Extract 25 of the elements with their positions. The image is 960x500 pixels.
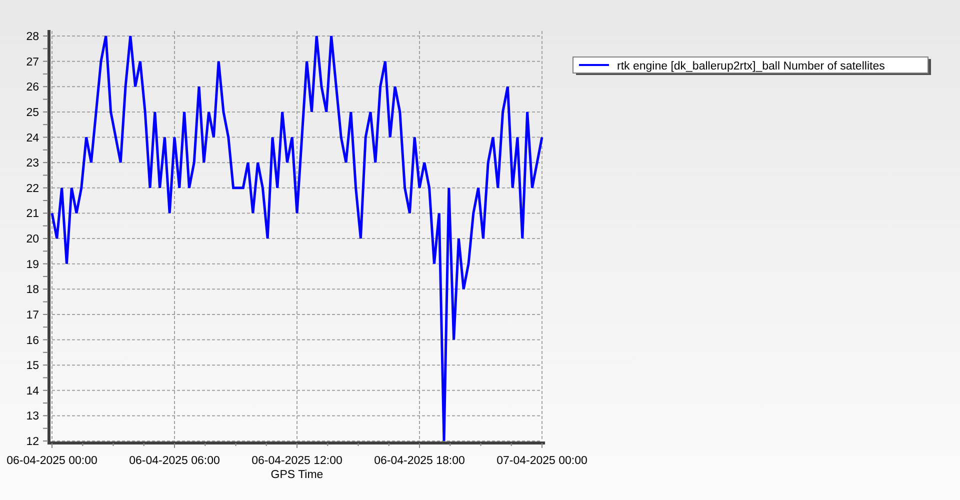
x-tick-label: 06-04-2025 00:00 [6,455,98,467]
x-axis-title: GPS Time [270,469,324,481]
y-tick-label: 22 [26,182,39,195]
y-tick-label: 12 [26,436,39,448]
y-tick-label: 13 [26,410,39,423]
y-tick-label: 19 [26,258,39,271]
legend-label: rtk engine [dk_ballerup2rtx]_ball Number of satellites [617,60,886,72]
legend-entry: rtk engine [dk_ballerup2rtx]_ball Number of satellites [572,56,931,75]
y-tick-label: 17 [26,309,39,322]
y-tick-label: 24 [26,132,39,144]
y-tick-label: 27 [26,56,39,68]
y-tick-label: 23 [26,158,39,170]
y-tick-label: 18 [26,284,39,296]
y-tick-label: 20 [26,234,39,246]
x-tick-label: 06-04-2025 12:00 [252,455,342,467]
y-tick-label: 16 [26,334,39,347]
y-tick-label: 14 [26,385,39,398]
y-tick-label: 26 [26,82,39,94]
x-tick-label: 06-04-2025 06:00 [129,455,220,467]
x-tick-label: 06-04-2025 18:00 [374,455,465,467]
y-tick-label: 25 [26,106,39,119]
x-tick-label: 07-04-2025 00:00 [496,455,588,467]
y-tick-label: 15 [26,360,39,372]
y-tick-label: 21 [26,208,39,220]
y-tick-label: 28 [26,31,39,43]
